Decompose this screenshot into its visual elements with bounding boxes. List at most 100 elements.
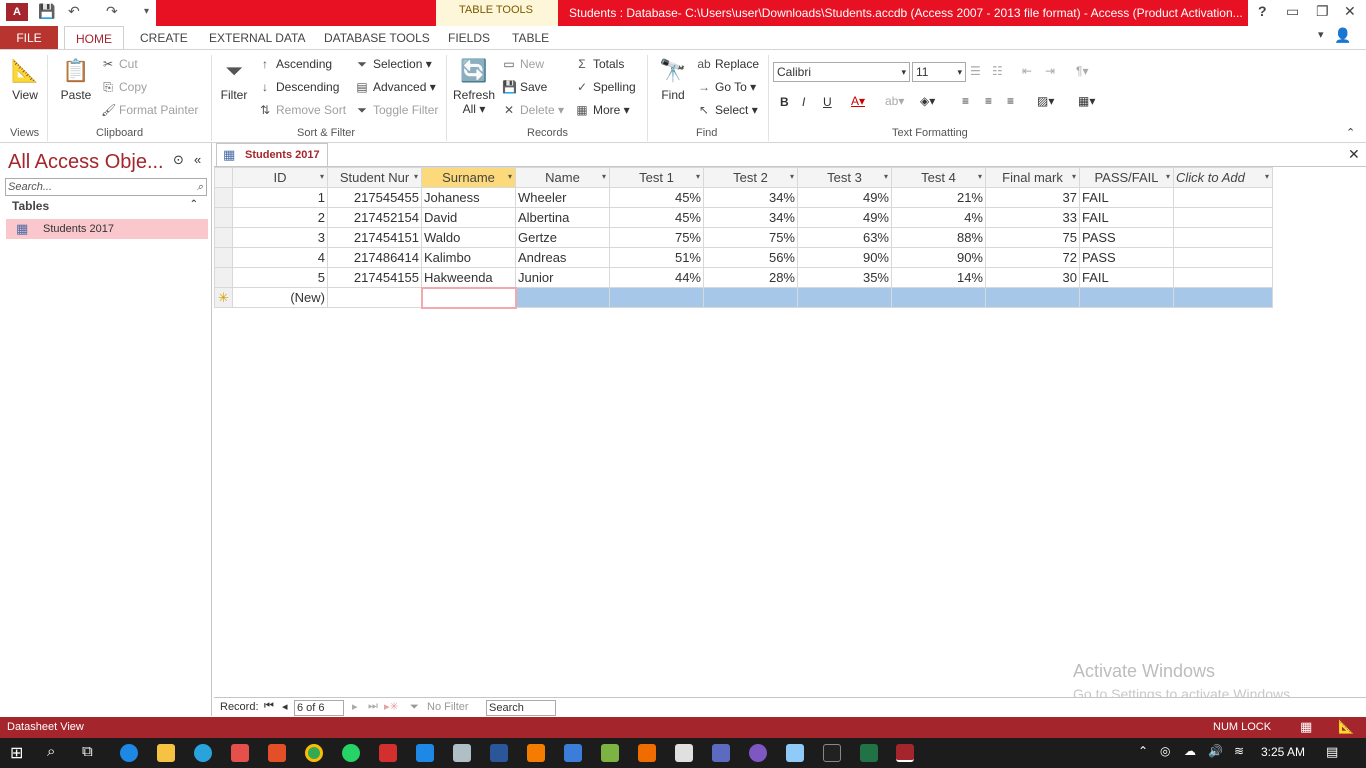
underline-button[interactable]: U (823, 95, 832, 109)
column-header-surname[interactable]: Surname ▾ (421, 167, 516, 188)
cell-id[interactable]: 3 (232, 227, 328, 248)
table-row[interactable]: 1 217545455 Johaness Wheeler 45% 34% 49%… (214, 187, 1273, 208)
cell-click-to-add[interactable] (1173, 247, 1273, 268)
view-button[interactable]: 📐 View (6, 54, 44, 102)
document-tab-students-2017[interactable]: ▦ Students 2017 (216, 143, 328, 167)
new-record-marker[interactable]: ✳ (214, 287, 233, 308)
cell-test-4[interactable]: 90% (891, 247, 986, 268)
cell-test-2[interactable]: 75% (703, 227, 798, 248)
tray-overflow-icon[interactable]: ⌃ (1138, 744, 1148, 758)
excel-icon[interactable] (860, 744, 878, 762)
decrease-indent-icon[interactable]: ⇤ (1022, 64, 1032, 78)
bullets-icon[interactable]: ☰ (970, 64, 981, 78)
cell-pass-fail[interactable]: PASS (1079, 227, 1174, 248)
new-record-row[interactable]: ✳ (New) (214, 286, 1273, 309)
cell-surname[interactable]: Hakweenda (421, 267, 516, 288)
save-icon[interactable]: 💾 (38, 3, 55, 20)
italic-button[interactable]: I (802, 95, 805, 109)
cell-name[interactable]: Albertina (515, 207, 610, 228)
new-record-button[interactable]: ▭ New (502, 57, 544, 71)
datasheet-view-icon[interactable]: ▦ (1300, 719, 1312, 735)
cell-test-1[interactable]: 45% (609, 207, 704, 228)
tab-database-tools[interactable]: DATABASE TOOLS (324, 26, 430, 50)
design-view-icon[interactable]: 📐 (1338, 719, 1354, 735)
align-center-icon[interactable]: ≡ (985, 94, 992, 108)
cell-click-to-add[interactable] (1173, 267, 1273, 288)
ribbon-display-icon[interactable]: ▭ (1286, 3, 1299, 20)
increase-indent-icon[interactable]: ⇥ (1045, 64, 1055, 78)
current-record-input[interactable]: 6 of 6 (294, 700, 344, 716)
column-header-name[interactable]: Name ▾ (515, 167, 610, 188)
cell-pass-fail-new[interactable] (1079, 287, 1174, 308)
align-right-icon[interactable]: ≡ (1007, 94, 1014, 108)
cell-test-1[interactable]: 44% (609, 267, 704, 288)
save-record-button[interactable]: 💾 Save (502, 80, 547, 94)
notepad-icon[interactable] (453, 744, 471, 762)
cell-test-3[interactable]: 63% (797, 227, 892, 248)
first-record-icon[interactable]: ⏮ (264, 700, 274, 713)
numbering-icon[interactable]: ☷ (992, 64, 1003, 78)
cell-click-to-add[interactable] (1173, 207, 1273, 228)
gridlines-icon[interactable]: ▦▾ (1078, 94, 1095, 108)
selection-button[interactable]: ⏷ Selection ▾ (355, 57, 432, 72)
cell-pass-fail[interactable]: FAIL (1079, 187, 1174, 208)
cell-surname[interactable]: David (421, 207, 516, 228)
tab-fields[interactable]: FIELDS (448, 26, 490, 50)
bold-button[interactable]: B (780, 95, 789, 109)
next-record-icon[interactable]: ▸ (352, 700, 358, 713)
cell-click-to-add[interactable] (1173, 227, 1273, 248)
cell-id[interactable]: 5 (232, 267, 328, 288)
highlight-icon[interactable]: ab▾ (885, 94, 904, 108)
help-button[interactable]: ? (1258, 3, 1267, 19)
cell-test-3[interactable]: 90% (797, 247, 892, 268)
replace-button[interactable]: ab Replace (697, 57, 759, 71)
whatsapp-icon[interactable] (342, 744, 360, 762)
cell-name[interactable]: Wheeler (515, 187, 610, 208)
cell-student-number[interactable]: 217454151 (327, 227, 422, 248)
select-button[interactable]: ↖ Select ▾ (697, 103, 758, 117)
app-icon[interactable] (675, 744, 693, 762)
descending-button[interactable]: ↓ Descending (258, 80, 339, 94)
row-selector[interactable] (214, 247, 233, 268)
copy-button[interactable]: ⎘ Copy (101, 80, 147, 95)
cell-test-3[interactable]: 49% (797, 207, 892, 228)
app-icon[interactable] (786, 744, 804, 762)
last-record-icon[interactable]: ⏭ (368, 700, 378, 713)
column-header-test-2[interactable]: Test 2 ▾ (703, 167, 798, 188)
cell-student-number[interactable]: 217486414 (327, 247, 422, 268)
fill-color-icon[interactable]: ◈▾ (920, 94, 935, 108)
collapse-nav-icon[interactable]: « (194, 152, 201, 167)
acrobat-icon[interactable] (379, 744, 397, 762)
access-logo-icon[interactable]: A (6, 3, 28, 21)
cell-surname[interactable]: Johaness (421, 187, 516, 208)
no-filter-icon[interactable]: ⏷ (410, 701, 419, 714)
cell-test-3[interactable]: 35% (797, 267, 892, 288)
cell-id[interactable]: 4 (232, 247, 328, 268)
cell-click-to-add[interactable] (1173, 187, 1273, 208)
row-selector[interactable] (214, 227, 233, 248)
search-icon[interactable]: ⌕ (195, 179, 203, 195)
nav-section-tables[interactable]: Tables ⌃ (6, 199, 208, 217)
cell-test-2-new[interactable] (703, 287, 798, 308)
cell-test-1[interactable]: 51% (609, 247, 704, 268)
customize-qat-icon[interactable]: ▾ (144, 6, 149, 17)
cell-click-to-add-new[interactable] (1173, 287, 1273, 308)
onedrive-icon[interactable]: ☁ (1184, 744, 1196, 758)
vlc-icon[interactable] (527, 744, 545, 762)
redo-icon[interactable]: ↷ (106, 3, 118, 20)
table-row[interactable]: 4 217486414 Kalimbo Andreas 51% 56% 90% … (214, 247, 1273, 268)
telegram-icon[interactable] (194, 744, 212, 762)
task-view-icon[interactable]: ⧉ (82, 743, 93, 760)
cell-test-4-new[interactable] (891, 287, 986, 308)
table-row[interactable]: 3 217454151 Waldo Gertze 75% 75% 63% 88%… (214, 227, 1273, 248)
format-painter-button[interactable]: 🖌 Format Painter (101, 103, 198, 117)
column-header-final-mark[interactable]: Final mark ▾ (985, 167, 1080, 188)
cell-final-mark[interactable]: 33 (985, 207, 1080, 228)
cut-button[interactable]: ✂ Cut (101, 57, 138, 71)
windows-start-icon[interactable]: ⊞ (10, 743, 23, 763)
volume-icon[interactable]: 🔊 (1208, 744, 1223, 758)
nav-search-input[interactable]: Search... ⌕ (5, 178, 207, 196)
font-name-select[interactable]: Calibri ▾ (773, 62, 910, 82)
cell-surname-new[interactable] (420, 286, 517, 309)
record-search-input[interactable]: Search (486, 700, 556, 716)
